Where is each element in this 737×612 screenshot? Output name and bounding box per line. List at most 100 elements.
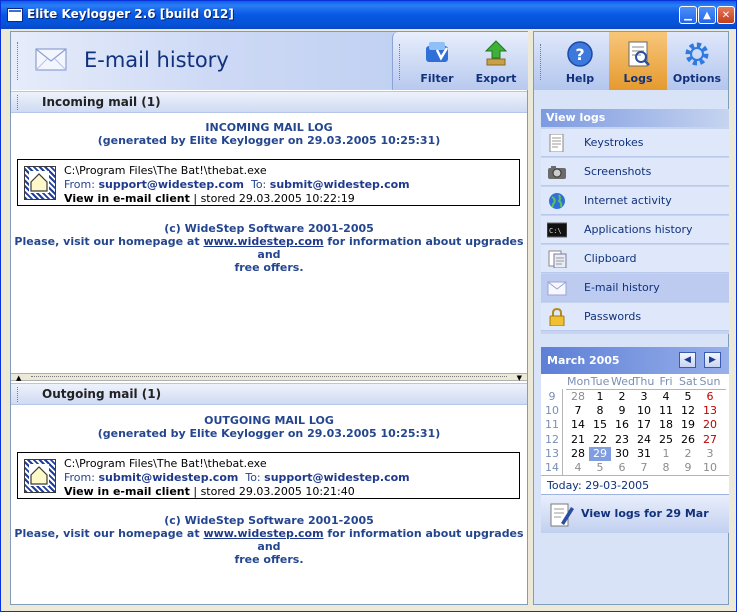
- calendar-day[interactable]: 23: [611, 433, 633, 447]
- calendar-day[interactable]: 17: [633, 418, 655, 432]
- calendar-day[interactable]: 3: [699, 447, 721, 461]
- homepage-link[interactable]: www.widestep.com: [203, 235, 323, 248]
- export-icon: [484, 40, 508, 66]
- calendar-day[interactable]: 9: [677, 461, 699, 475]
- calendar-day[interactable]: 28: [567, 390, 589, 404]
- calendar-day[interactable]: 26: [677, 433, 699, 447]
- calendar-day[interactable]: 22: [589, 433, 611, 447]
- nav-item-keystrokes[interactable]: Keystrokes: [541, 129, 729, 157]
- calendar-day[interactable]: 28: [567, 447, 589, 461]
- calendar-day[interactable]: 2: [677, 447, 699, 461]
- options-gear-icon: [685, 42, 709, 66]
- nav-item-applications-history[interactable]: C:\ Applications history: [541, 216, 729, 244]
- calendar-day[interactable]: 10: [633, 404, 655, 418]
- calendar-day[interactable]: 6: [699, 390, 721, 404]
- app-icon: [7, 8, 23, 22]
- calendar-next-button[interactable]: ▶: [704, 352, 721, 368]
- to-address: submit@widestep.com: [269, 178, 410, 191]
- help-button[interactable]: ? Help: [551, 32, 609, 90]
- calendar-day[interactable]: 4: [567, 461, 589, 475]
- calendar-day[interactable]: 8: [589, 404, 611, 418]
- calendar-day[interactable]: 2: [611, 390, 633, 404]
- calendar-day[interactable]: 20: [699, 418, 721, 432]
- calendar-day[interactable]: 13: [699, 404, 721, 418]
- calendar-today[interactable]: Today: 29-03-2005: [541, 475, 729, 496]
- calendar-day[interactable]: 7: [633, 461, 655, 475]
- calendar-day[interactable]: 16: [611, 418, 633, 432]
- main-toolbar: ? Help Logs Options: [534, 32, 728, 90]
- logs-button[interactable]: Logs: [609, 32, 667, 90]
- calendar-day[interactable]: 31: [633, 447, 655, 461]
- logs-label: Logs: [623, 72, 653, 85]
- calendar-day[interactable]: 27: [699, 433, 721, 447]
- maximize-button[interactable]: ▲: [698, 6, 716, 24]
- from-label: From:: [64, 178, 95, 191]
- calendar-day[interactable]: 3: [633, 390, 655, 404]
- outgoing-section-title: Outgoing mail (1): [42, 387, 162, 401]
- nav-item-label: Internet activity: [584, 194, 672, 207]
- nav-item-internet-activity[interactable]: Internet activity: [541, 187, 729, 215]
- calendar-day[interactable]: 6: [611, 461, 633, 475]
- homepage-link[interactable]: www.widestep.com: [203, 527, 323, 540]
- calendar-day[interactable]: 1: [589, 390, 611, 404]
- options-button[interactable]: Options: [668, 32, 726, 90]
- help-label: Help: [565, 72, 595, 85]
- nav-item-clipboard[interactable]: Clipboard: [541, 245, 729, 273]
- app-window: Elite Keylogger 2.6 [build 012] ▁ ▲ ✕ E-…: [0, 0, 737, 612]
- calendar-day[interactable]: 1: [655, 447, 677, 461]
- calendar-day[interactable]: 15: [589, 418, 611, 432]
- nav-item-label: Screenshots: [584, 165, 652, 178]
- filter-button[interactable]: Filter: [409, 36, 465, 86]
- calendar-day[interactable]: 30: [611, 447, 633, 461]
- keystrokes-document-icon: [549, 134, 564, 152]
- calendar-day[interactable]: 14: [567, 418, 589, 432]
- pane-splitter[interactable]: ▲ ▼: [11, 373, 527, 382]
- splitter-down-arrow[interactable]: ▼: [517, 374, 522, 382]
- calendar-day[interactable]: 10: [699, 461, 721, 475]
- toolbar-grip: [399, 44, 400, 80]
- week-number: 9: [548, 390, 556, 403]
- to-label: To:: [250, 178, 267, 191]
- calendar: March 2005 ◀ ▶ Mon Tue Wed Thu Fri Sat Sun 9 28 1…: [541, 347, 729, 495]
- view-in-email-client-link[interactable]: View in e-mail client: [64, 192, 190, 205]
- calendar-day[interactable]: 12: [677, 404, 699, 418]
- outgoing-log-title: OUTGOING MAIL LOG: [204, 414, 334, 427]
- calendar-header: March 2005 ◀ ▶: [541, 347, 729, 374]
- view-logs-pen-icon: [550, 503, 574, 527]
- nav-item-screenshots[interactable]: Screenshots: [541, 158, 729, 186]
- splitter-up-arrow[interactable]: ▲: [16, 374, 21, 382]
- week-number: 10: [545, 404, 559, 417]
- calendar-prev-button[interactable]: ◀: [679, 352, 696, 368]
- mail-app-icon: [24, 166, 56, 200]
- title-bar[interactable]: Elite Keylogger 2.6 [build 012] ▁ ▲ ✕: [1, 1, 736, 29]
- view-logs-label: View logs for 29 Mar: [581, 507, 709, 520]
- calendar-day[interactable]: 24: [633, 433, 655, 447]
- calendar-day[interactable]: 8: [655, 461, 677, 475]
- view-in-email-client-link[interactable]: View in e-mail client: [64, 485, 190, 498]
- nav-item-label: Clipboard: [584, 252, 637, 265]
- nav-item-label: Applications history: [584, 223, 693, 236]
- view-logs-for-date-button[interactable]: View logs for 29 Mar: [541, 494, 729, 533]
- close-button[interactable]: ✕: [717, 6, 735, 24]
- calendar-day[interactable]: 7: [567, 404, 589, 418]
- incoming-section-bar[interactable]: Incoming mail (1): [11, 91, 527, 113]
- calendar-day[interactable]: 11: [655, 404, 677, 418]
- nav-item-passwords[interactable]: Passwords: [541, 303, 729, 331]
- calendar-day[interactable]: 21: [567, 433, 589, 447]
- padlock-icon: [549, 308, 565, 326]
- minimize-button[interactable]: ▁: [679, 6, 697, 24]
- options-label: Options: [672, 72, 722, 85]
- calendar-day[interactable]: 4: [655, 390, 677, 404]
- calendar-day[interactable]: 5: [677, 390, 699, 404]
- nav-item-email-history[interactable]: E-mail history: [541, 274, 729, 302]
- export-button[interactable]: Export: [468, 36, 524, 86]
- calendar-day[interactable]: 18: [655, 418, 677, 432]
- calendar-day[interactable]: 9: [611, 404, 633, 418]
- outgoing-section-bar[interactable]: Outgoing mail (1): [11, 383, 527, 405]
- nav-item-label: E-mail history: [584, 281, 660, 294]
- calendar-day[interactable]: 25: [655, 433, 677, 447]
- incoming-log-body: INCOMING MAIL LOG (generated by Elite Ke…: [11, 121, 527, 274]
- calendar-day[interactable]: 19: [677, 418, 699, 432]
- calendar-day[interactable]: 29: [589, 447, 611, 461]
- calendar-day[interactable]: 5: [589, 461, 611, 475]
